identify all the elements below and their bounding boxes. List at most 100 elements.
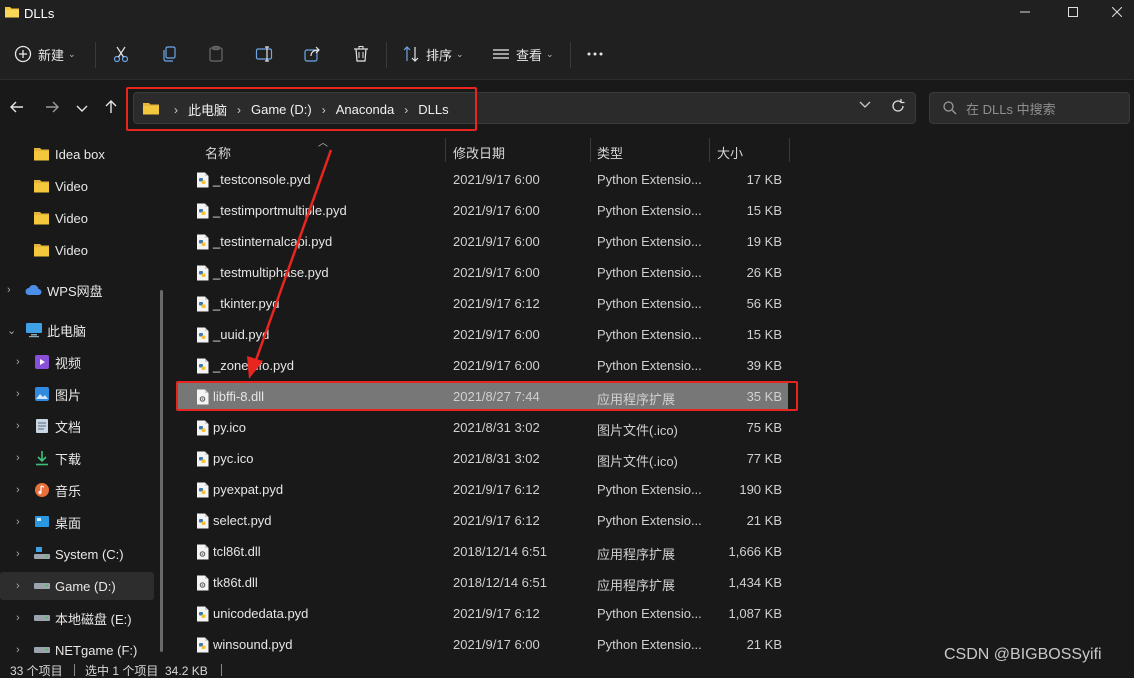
more-options-button[interactable]	[584, 38, 606, 70]
column-divider[interactable]	[709, 138, 710, 162]
back-button[interactable]	[6, 98, 28, 120]
file-size: 19 KB	[746, 234, 782, 249]
file-row[interactable]: _testimportmultiple.pyd 2021/9/17 6:00 Pyt…	[178, 197, 788, 225]
file-row[interactable]: select.pyd 2021/9/17 6:12 Python Extensio.…	[178, 507, 788, 535]
chevron-right-icon[interactable]: ›	[16, 580, 20, 592]
rename-button[interactable]	[253, 38, 275, 70]
sidebar-scrollbar[interactable]	[160, 290, 163, 652]
file-row[interactable]: _testconsole.pyd 2021/9/17 6:00 Python Ext…	[178, 166, 788, 194]
sidebar-item-video[interactable]: Video	[0, 172, 154, 200]
file-row[interactable]: _testinternalcapi.pyd 2021/9/17 6:00 Pytho…	[178, 228, 788, 256]
file-row[interactable]: unicodedata.pyd 2021/9/17 6:12 Python Exte…	[178, 600, 788, 628]
status-divider	[74, 664, 75, 676]
sidebar-item-music[interactable]: › 音乐	[0, 476, 154, 504]
paste-button[interactable]	[205, 38, 227, 70]
file-type: Python Extensio...	[597, 606, 702, 621]
chevron-right-icon[interactable]: ›	[16, 420, 20, 432]
minimize-button[interactable]	[1002, 0, 1048, 24]
file-size: 15 KB	[746, 327, 782, 342]
file-size: 75 KB	[746, 420, 782, 435]
breadcrumb-item[interactable]: Anaconda	[336, 102, 395, 117]
copy-button[interactable]	[158, 38, 180, 70]
column-divider[interactable]	[445, 138, 446, 162]
chevron-right-icon[interactable]: ›	[16, 612, 20, 624]
more-icon	[586, 51, 604, 57]
sidebar-item-drive-d[interactable]: › Game (D:)	[0, 572, 154, 600]
column-date[interactable]: 修改日期	[453, 143, 505, 162]
view-button[interactable]: 查看 ⌄	[492, 38, 554, 70]
breadcrumb-item[interactable]: 此电脑	[188, 100, 227, 119]
chevron-right-icon[interactable]: ›	[16, 356, 20, 368]
file-row[interactable]: pyc.ico 2021/8/31 3:02 图片文件(.ico) 77 KB	[178, 445, 788, 473]
file-date: 2018/12/14 6:51	[453, 575, 547, 590]
sidebar-item-downloads[interactable]: › 下载	[0, 444, 154, 472]
column-size[interactable]: 大小	[717, 143, 743, 162]
file-row[interactable]: py.ico 2021/8/31 3:02 图片文件(.ico) 75 KB	[178, 414, 788, 442]
chevron-right-icon[interactable]: ›	[16, 484, 20, 496]
chevron-right-icon[interactable]: ›	[16, 388, 20, 400]
chevron-down-icon	[76, 100, 88, 118]
up-button[interactable]	[100, 98, 122, 120]
new-button[interactable]: 新建 ⌄	[14, 38, 76, 70]
share-button[interactable]	[301, 38, 323, 70]
file-name: _zoneinfo.pyd	[213, 358, 294, 373]
chevron-right-icon[interactable]: ›	[16, 516, 20, 528]
breadcrumb-item[interactable]: Game (D:)	[251, 102, 312, 117]
clipboard-icon	[207, 45, 225, 63]
chevron-right-icon[interactable]: ›	[16, 644, 20, 656]
file-row[interactable]: winsound.pyd 2021/9/17 6:00 Python Extensi…	[178, 631, 788, 659]
chevron-down-icon[interactable]: ⌄	[7, 324, 16, 337]
sidebar-item-drive-c[interactable]: › System (C:)	[0, 540, 154, 568]
close-button[interactable]	[1094, 0, 1134, 24]
delete-button[interactable]	[350, 38, 372, 70]
forward-button[interactable]	[41, 98, 63, 120]
file-row[interactable]: _tkinter.pyd 2021/9/17 6:12 Python Extensi…	[178, 290, 788, 318]
file-row[interactable]: pyexpat.pyd 2021/9/17 6:12 Python Extensio…	[178, 476, 788, 504]
file-row[interactable]: _testmultiphase.pyd 2021/9/17 6:00 Python …	[178, 259, 788, 287]
file-row[interactable]: _uuid.pyd 2021/9/17 6:00 Python Extensio..…	[178, 321, 788, 349]
file-date: 2021/9/17 6:00	[453, 234, 540, 249]
address-bar[interactable]: › 此电脑 › Game (D:) › Anaconda › DLLs	[133, 92, 916, 124]
cut-button[interactable]	[110, 38, 132, 70]
chevron-right-icon[interactable]: ›	[7, 284, 11, 296]
file-row[interactable]: tcl86t.dll 2018/12/14 6:51 应用程序扩展 1,666 KB	[178, 538, 788, 566]
cloud-icon	[25, 283, 43, 297]
sidebar-item-documents[interactable]: › 文档	[0, 412, 154, 440]
dll-file-icon	[196, 544, 209, 563]
sidebar-item-videos[interactable]: › 视频	[0, 348, 154, 376]
column-divider[interactable]	[789, 138, 790, 162]
sidebar-item-idea-box[interactable]: Idea box	[0, 140, 154, 168]
refresh-icon[interactable]	[890, 98, 906, 117]
file-date: 2021/9/17 6:12	[453, 296, 540, 311]
chevron-right-icon[interactable]: ›	[16, 452, 20, 464]
sidebar-item-pictures[interactable]: › 图片	[0, 380, 154, 408]
breadcrumb-item[interactable]: DLLs	[418, 102, 448, 117]
chevron-right-icon[interactable]: ›	[16, 548, 20, 560]
file-row[interactable]: tk86t.dll 2018/12/14 6:51 应用程序扩展 1,434 KB	[178, 569, 788, 597]
sort-ascending-icon: ︿	[318, 138, 328, 149]
column-type[interactable]: 类型	[597, 143, 623, 162]
file-row[interactable]: libffi-8.dll 2021/8/27 7:44 应用程序扩展 35 KB	[178, 383, 788, 411]
sidebar-item-video[interactable]: Video	[0, 204, 154, 232]
sidebar-item-wps-cloud[interactable]: › WPS网盘	[0, 276, 154, 304]
drive-icon	[33, 613, 51, 623]
sidebar-item-drive-e[interactable]: › 本地磁盘 (E:)	[0, 604, 154, 632]
file-name: _testinternalcapi.pyd	[213, 234, 333, 249]
file-type: Python Extensio...	[597, 358, 702, 373]
column-name[interactable]: 名称	[205, 143, 231, 162]
file-name: pyc.ico	[213, 451, 254, 466]
column-divider[interactable]	[590, 138, 591, 162]
address-history-dropdown[interactable]	[859, 100, 871, 112]
sidebar-item-video[interactable]: Video	[0, 236, 154, 264]
folder-icon	[142, 101, 160, 119]
sidebar-item-this-pc[interactable]: ⌄ 此电脑	[0, 316, 154, 344]
search-box[interactable]	[929, 92, 1130, 124]
document-icon	[34, 418, 50, 434]
recent-locations-button[interactable]	[71, 98, 93, 120]
search-input[interactable]	[966, 99, 1124, 119]
sort-button[interactable]: 排序 ⌄	[402, 38, 464, 70]
maximize-button[interactable]	[1050, 0, 1096, 24]
sidebar-item-label: 本地磁盘 (E:)	[55, 611, 132, 627]
sidebar-item-desktop[interactable]: › 桌面	[0, 508, 154, 536]
file-row[interactable]: _zoneinfo.pyd 2021/9/17 6:00 Python Extens…	[178, 352, 788, 380]
